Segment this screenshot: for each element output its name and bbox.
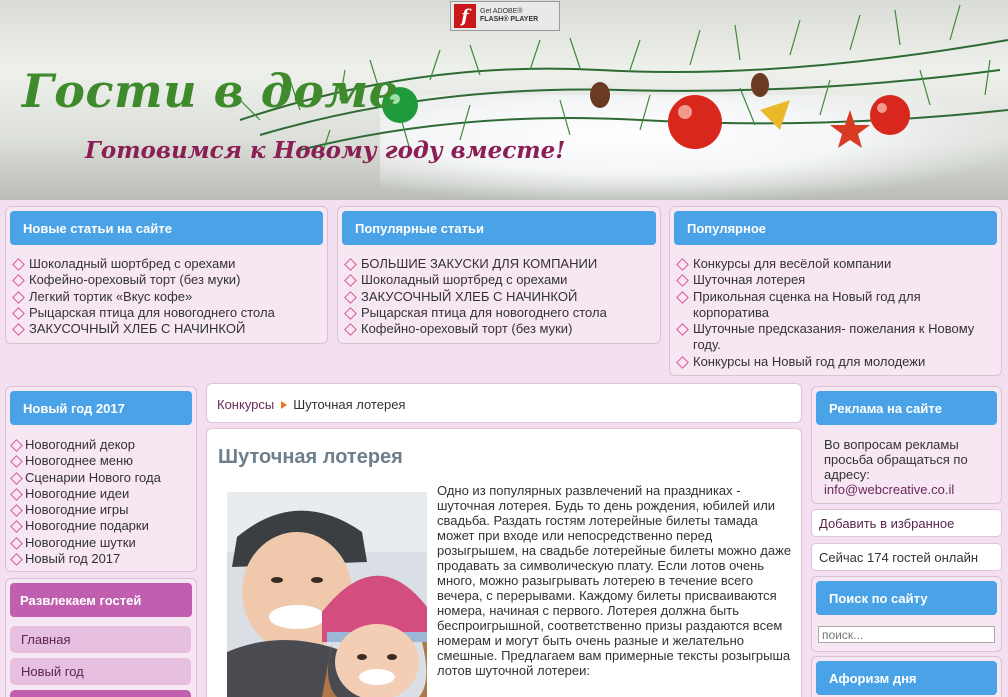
- ads-text: Во вопросам рекламы просьба обращаться п…: [824, 437, 968, 497]
- list-item[interactable]: Сценарии Нового года: [10, 470, 190, 486]
- article-title: Шуточная лотерея: [218, 446, 403, 468]
- popular-articles-title: Популярные статьи: [342, 211, 656, 245]
- breadcrumb-link-contests[interactable]: Конкурсы: [217, 397, 274, 412]
- aphorism-box: Афоризм дня: [811, 656, 1002, 697]
- ads-title: Реклама на сайте: [816, 391, 997, 425]
- list-item[interactable]: Легкий тортик «Вкус кофе»: [12, 289, 321, 305]
- site-search-title: Поиск по сайту: [816, 581, 997, 615]
- popular-list: Конкурсы для весёлой компании Шуточная л…: [676, 256, 989, 370]
- breadcrumb-current: Шуточная лотерея: [293, 397, 406, 412]
- popular-box: Популярное Конкурсы для весёлой компании…: [669, 206, 1002, 376]
- list-item[interactable]: ЗАКУСОЧНЫЙ ХЛЕБ С НАЧИНКОЙ: [12, 321, 321, 337]
- flash-badge-line1: Get ADOBE®: [480, 8, 523, 15]
- menu-item-new-year[interactable]: Новый год: [10, 658, 191, 685]
- flash-icon: f: [454, 4, 476, 28]
- list-item[interactable]: Шоколадный шортбред с орехами: [344, 272, 654, 288]
- list-item[interactable]: Новогодние идеи: [10, 486, 190, 502]
- newyear-2017-box: Новый год 2017 Новогодний декор Новогодн…: [5, 386, 197, 572]
- list-item[interactable]: Новогодние игры: [10, 502, 190, 518]
- list-item[interactable]: Рыцарская птица для новогоднего стола: [344, 305, 654, 321]
- article: Шуточная лотерея Одно из популярных разв…: [206, 428, 802, 697]
- new-articles-box: Новые статьи на сайте Шоколадный шортбре…: [5, 206, 328, 344]
- list-item[interactable]: БОЛЬШИЕ ЗАКУСКИ ДЛЯ КОМПАНИИ: [344, 256, 654, 272]
- search-input[interactable]: [818, 626, 995, 643]
- newyear-2017-list: Новогодний декор Новогоднее меню Сценари…: [10, 437, 190, 567]
- popular-articles-box: Популярные статьи БОЛЬШИЕ ЗАКУСКИ ДЛЯ КО…: [337, 206, 661, 344]
- popular-title: Популярное: [674, 211, 997, 245]
- breadcrumb: Конкурсы Шуточная лотерея: [206, 383, 802, 423]
- list-item[interactable]: ЗАКУСОЧНЫЙ ХЛЕБ С НАЧИНКОЙ: [344, 289, 654, 305]
- aphorism-title: Афоризм дня: [816, 661, 997, 695]
- new-articles-list: Шоколадный шортбред с орехами Кофейно-ор…: [12, 256, 321, 337]
- list-item[interactable]: Конкурсы для весёлой компании: [676, 256, 989, 272]
- online-counter: Сейчас 174 гостей онлайн: [811, 543, 1002, 571]
- site-title[interactable]: Гости в доме: [22, 64, 398, 118]
- list-item[interactable]: Новогодний декор: [10, 437, 190, 453]
- list-item[interactable]: Шуточная лотерея: [676, 272, 989, 288]
- list-item[interactable]: Новогодние шутки: [10, 535, 190, 551]
- list-item[interactable]: Шуточные предсказания- пожелания к Новом…: [676, 321, 989, 354]
- get-flash-player-badge[interactable]: f Get ADOBE® FLASH® PLAYER: [450, 1, 560, 31]
- list-item[interactable]: Кофейно-ореховый торт (без муки): [344, 321, 654, 337]
- ads-email-link[interactable]: info@webcreative.co.il: [824, 482, 954, 497]
- list-item[interactable]: Новогоднее меню: [10, 453, 190, 469]
- list-item[interactable]: Рыцарская птица для новогоднего стола: [12, 305, 321, 321]
- list-item[interactable]: Шоколадный шортбред с орехами: [12, 256, 321, 272]
- article-body: Одно из популярных развлечений на праздн…: [437, 483, 792, 678]
- couple-photo: [227, 492, 427, 697]
- menu-item-next[interactable]: [10, 690, 191, 697]
- list-item[interactable]: Прикольная сценка на Новый год для корпо…: [676, 289, 989, 322]
- menu-item-home[interactable]: Главная: [10, 626, 191, 653]
- list-item[interactable]: Новогодние подарки: [10, 518, 190, 534]
- breadcrumb-arrow-icon: [281, 401, 288, 409]
- flash-badge-line2: FLASH® PLAYER: [480, 16, 539, 23]
- list-item[interactable]: Кофейно-ореховый торт (без муки): [12, 272, 321, 288]
- site-slogan: Готовимся к Новому году вместе!: [85, 137, 566, 164]
- list-item[interactable]: Конкурсы на Новый год для молодежи: [676, 354, 989, 370]
- popular-articles-list: БОЛЬШИЕ ЗАКУСКИ ДЛЯ КОМПАНИИ Шоколадный …: [344, 256, 654, 337]
- list-item[interactable]: Новый год 2017: [10, 551, 190, 567]
- site-header: f Get ADOBE® FLASH® PLAYER Гости в доме …: [0, 0, 1008, 200]
- newyear-2017-title: Новый год 2017: [10, 391, 192, 425]
- add-to-favorites-link[interactable]: Добавить в избранное: [811, 509, 1002, 537]
- entertain-guests-title: Развлекаем гостей: [10, 583, 192, 617]
- new-articles-title: Новые статьи на сайте: [10, 211, 323, 245]
- ads-box: Реклама на сайте Во вопросам рекламы про…: [811, 386, 1002, 504]
